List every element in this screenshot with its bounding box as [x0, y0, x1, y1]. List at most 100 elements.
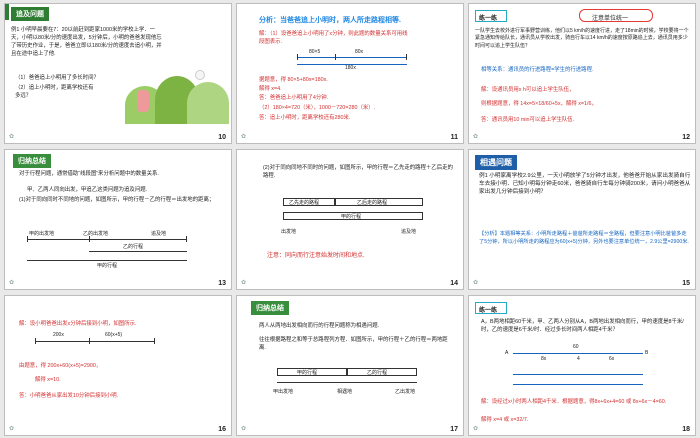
slide-number: 10 — [218, 134, 226, 141]
label-8x: 8x — [541, 356, 547, 362]
slide-13[interactable]: 归纳总结 对于行程问题，通常借助“线段图”来分析问题中的数量关系. 甲、乙两人同… — [4, 149, 232, 290]
label-80x: 80x — [355, 49, 364, 55]
solve-step: 解得 x=4 或 x=32/7. — [481, 417, 529, 423]
slide-18[interactable]: 练一练 A，B两地相距60千米，甲、乙两人分别从A，B两地出发相向而行，甲的速度… — [468, 295, 696, 436]
child-figure — [137, 90, 149, 112]
paragraph-1: 两人从两地出发相向而行的行程问题称为相遇问题. — [259, 323, 380, 329]
slide-number: 18 — [682, 426, 690, 433]
line-diagram: 80×5 80x 180x — [297, 49, 407, 71]
slide-title: 归纳总结 — [13, 154, 51, 168]
slide-number: 11 — [450, 134, 458, 141]
slide-icon: ✿ — [9, 280, 15, 286]
problem-text: 一队学生去校外进行军事野营训练，他们以5 km/h的速度行进，走了18min的时… — [475, 28, 689, 49]
example-text: 例1 小明早晨要在7：20以前赶到距家1000米的学校上学．一天，小明以80米/… — [11, 27, 162, 57]
slide-grid: 追及问题 例1 小明早晨要在7：20以前赶到距家1000米的学校上学．一天，小明… — [0, 0, 700, 438]
slide-14[interactable]: (2)对于同向同地不同时的问题，如图所示，甲的行程＝乙先走的路程＋乙后走的路程.… — [236, 149, 464, 290]
label-A: A — [505, 350, 509, 356]
solve-step: 解得 x=4. — [259, 86, 282, 92]
slide-icon: ✿ — [9, 134, 15, 140]
label-6x: 6x — [609, 356, 615, 362]
label-meet: 相遇地 — [337, 389, 353, 395]
label-yi-start: 乙的出发地 — [83, 231, 109, 237]
line-diagram: 甲的出发地 乙的出发地 追及地 乙的行程 甲的行程 — [27, 230, 187, 270]
answer-2: 答：追上小明时，距离学校还有280米. — [259, 115, 351, 121]
problem-text: A，B两地相距60千米，甲、乙两人分别从A，B两地出发相向而行，甲的速度是8千米… — [481, 319, 684, 333]
question-2: （2）追上小明时，距离学校还有多远？ — [15, 85, 94, 99]
paragraph-1: 对于行程问题，通常借助“线段图”来分析问题中的数量关系. — [19, 171, 159, 177]
label-a: 200x — [53, 332, 64, 338]
line-diagram: 甲的行程 乙的行程 甲出发地 相遇地 乙出发地 — [273, 368, 417, 414]
slide-number: 16 — [218, 426, 226, 433]
label-yi-start: 乙出发地 — [395, 389, 416, 395]
paragraph-2: 甲、乙两人同向出发，甲追乙这类问题为追及问题. — [27, 187, 148, 193]
label-4: 4 — [577, 356, 580, 362]
line-diagram: 60 A B 8x 4 6x — [505, 344, 648, 396]
solution-text: 解：设通讯员用x h可以追上学生队伍， — [481, 87, 575, 93]
answer-1: 答：爸爸追上小明用了4分钟. — [259, 95, 329, 101]
label-after: 乙后走的路程 — [357, 200, 388, 206]
paragraph-1: (2)对于同向同地不同时的问题，如图所示，甲的行程＝乙先走的路程＋乙后走的路程. — [263, 165, 453, 179]
slide-number: 15 — [682, 280, 690, 287]
solution-text: 解：设经过x小时两人相距4千米．根据题意，得8x+6x+4=60 或 8x+6x… — [481, 399, 667, 405]
label-jia-path: 甲的行程 — [297, 370, 318, 376]
slide-number: 17 — [450, 426, 458, 433]
slide-icon: ✿ — [241, 426, 247, 432]
slide-number: 13 — [218, 280, 226, 287]
label-b: 60(x+5) — [105, 332, 123, 338]
equation: 由题意，得 200x+60(x+5)=2900， — [19, 363, 102, 369]
label-catch: 追及地 — [401, 229, 417, 235]
label-first: 乙先走的路程 — [289, 200, 320, 206]
practice-tag: 练一练 — [475, 10, 507, 22]
label-jia-start: 甲出发地 — [273, 389, 294, 395]
equation: 据题意，得 80×5+80x=180x. — [259, 77, 328, 83]
label-B: B — [645, 350, 649, 356]
line-diagram: 乙先走的路程 乙后走的路程 甲的行程 出发地 追及地 — [281, 198, 423, 242]
slide-icon: ✿ — [9, 426, 15, 432]
slide-icon: ✿ — [241, 134, 247, 140]
label-catch: 追及地 — [151, 231, 167, 237]
slide-16[interactable]: 解：设小明爸爸出发x分钟后接到小明，如图所示. 200x 60(x+5) 由题意… — [4, 295, 232, 436]
solution-text: 解：设小明爸爸出发x分钟后接到小明，如图所示. — [19, 321, 137, 327]
slide-number: 14 — [450, 280, 458, 287]
slide-title: 归纳总结 — [251, 301, 289, 315]
analysis-text: 【分析】本题相等关系：小明所走路程＋爸爸所走路程＝全路程，但要注意小明比爸爸多走… — [479, 231, 689, 245]
solve-step: 解得 x=10. — [35, 377, 61, 383]
solution-text: 解：（1）设爸爸追上小明用了x分钟，则此题的数量关系可用线段图表示. — [259, 31, 408, 45]
cartoon-illustration — [125, 66, 229, 124]
analysis-heading: 分析：当爸爸追上小明时，两人所走路程相等. — [259, 17, 401, 24]
slide-icon: ✿ — [473, 280, 479, 286]
label-start: 出发地 — [281, 229, 297, 235]
answer: 答：通讯员用10 min可以追上学生队伍. — [481, 117, 575, 123]
header-bar — [5, 4, 9, 20]
label-180x: 180x — [345, 65, 356, 71]
slide-11[interactable]: 分析：当爸爸追上小明时，两人所走路程相等. 解：（1）设爸爸追上小明用了x分钟，… — [236, 3, 464, 144]
note-text: 注意：同向而行注意始发时间和地点. — [267, 253, 365, 259]
unit-note-callout: 注意单位统一 — [579, 9, 653, 22]
calc-2: （2）180×4=720（米），1000－720=280（米）. — [259, 105, 376, 111]
answer: 答：小明爸爸从家出发10分钟后接到小明. — [19, 393, 119, 399]
slide-17[interactable]: 归纳总结 两人从两地出发相向而行的行程问题称为相遇问题. 往往根据路程之和等于总… — [236, 295, 464, 436]
slide-icon: ✿ — [473, 426, 479, 432]
slide-12[interactable]: 练一练 注意单位统一 一队学生去校外进行军事野营训练，他们以5 km/h的速度行… — [468, 3, 696, 144]
slide-title: 相遇问题 — [475, 155, 517, 170]
line-diagram: 200x 60(x+5) — [35, 332, 155, 352]
slide-number: 12 — [682, 134, 690, 141]
slide-icon: ✿ — [473, 134, 479, 140]
slide-10[interactable]: 追及问题 例1 小明早晨要在7：20以前赶到距家1000米的学校上学．一天，小明… — [4, 3, 232, 144]
label-60: 60 — [573, 344, 579, 350]
paragraph-3: (1)对于同向同时不同地的问题，如图所示，甲的行程－乙的行程＝出发地的距离； — [19, 197, 215, 203]
hint-text: 相等关系：通讯员的行进路程=学生的行进路程. — [481, 67, 594, 73]
slide-icon: ✿ — [241, 280, 247, 286]
example-text: 例1 小明家离学校2.9公里，一天小明放学了5分钟才出发，他爸爸开始从家出发骑自… — [479, 173, 691, 196]
label-jia-start: 甲的出发地 — [29, 231, 55, 237]
label-jia-path: 甲的行程 — [97, 263, 118, 269]
practice-tag: 练一练 — [475, 302, 507, 314]
label-yi-path: 乙的行程 — [123, 244, 144, 250]
label-jia-path: 甲的行程 — [341, 214, 362, 220]
slide-title: 追及问题 — [11, 7, 49, 21]
label-80x5: 80×5 — [309, 49, 321, 55]
question-1: （1）爸爸追上小明用了多长时间？ — [15, 75, 99, 81]
slide-15[interactable]: 相遇问题 例1 小明家离学校2.9公里，一天小明放学了5分钟才出发，他爸爸开始从… — [468, 149, 696, 290]
equation: 则根据题意，得 14x=5×18/60+5x，解得 x=1/6， — [481, 101, 597, 107]
label-yi-path: 乙的行程 — [367, 370, 388, 376]
